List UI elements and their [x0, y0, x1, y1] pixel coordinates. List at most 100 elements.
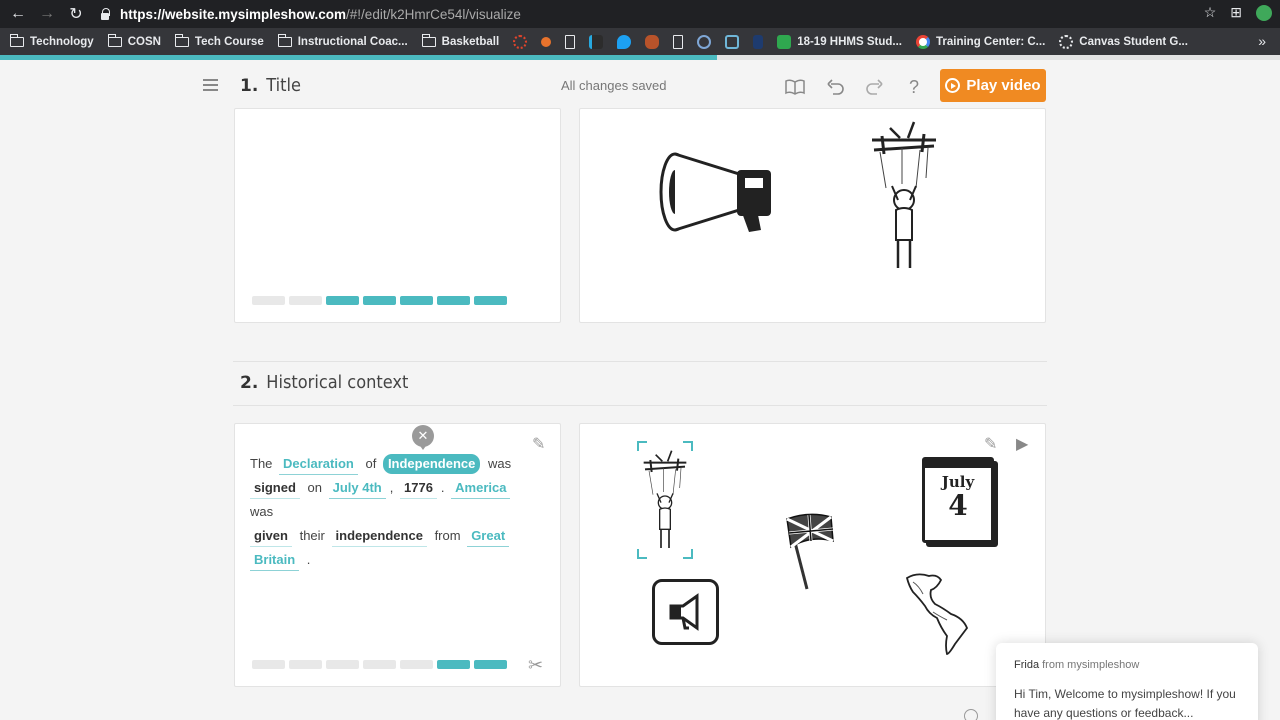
segment [252, 296, 285, 305]
megaphone-icon[interactable] [657, 150, 781, 238]
section-1-heading: 1. Title [240, 75, 301, 96]
browser-toolbar: ← → ↻ https://website.mysimpleshow.com/#… [0, 0, 1280, 28]
section-2-heading: 2. Historical context [240, 372, 409, 393]
keyword-independence[interactable]: Independence [382, 454, 481, 474]
menu-icon[interactable] [203, 79, 218, 91]
section-2-script: The Declaration of Independence was sign… [250, 452, 540, 572]
segment [289, 660, 322, 669]
bookmark-technology[interactable]: Technology [10, 33, 94, 48]
square-app-icon[interactable] [725, 34, 740, 49]
keyword-given[interactable]: given [250, 526, 292, 547]
segment [363, 660, 396, 669]
announcement-icon[interactable] [652, 579, 719, 645]
video-progress-fill [0, 55, 717, 60]
segment [437, 660, 470, 669]
circle-a-icon[interactable] [697, 34, 712, 49]
address-bar[interactable]: https://website.mysimpleshow.com/#!/edit… [100, 4, 521, 24]
keyword-declaration[interactable]: Declaration [279, 454, 358, 475]
segment [326, 660, 359, 669]
pencil-icon[interactable]: ✎ [532, 434, 545, 454]
circle-dots-icon[interactable] [513, 34, 528, 49]
bookmark-hhms-students[interactable]: 18-19 HHMS Stud... [777, 34, 902, 49]
bookmarks-bar: Technology COSN Tech Course Instructiona… [0, 28, 1280, 55]
redo-icon[interactable] [863, 76, 885, 98]
pencil-icon[interactable]: ✎ [984, 434, 997, 454]
segment [400, 660, 433, 669]
chat-launcher-icon[interactable] [964, 709, 978, 720]
bookmark-canvas-student-guide[interactable]: Canvas Student G... [1059, 34, 1188, 49]
folder-icon [421, 33, 436, 47]
chat-popup[interactable]: Frida from mysimpleshow Hi Tim, Welcome … [996, 643, 1258, 720]
british-flag-icon[interactable] [783, 511, 837, 591]
section-2-segment-bar [252, 660, 507, 669]
segment [252, 660, 285, 669]
bookmark-instructional-coach[interactable]: Instructional Coac... [277, 33, 408, 48]
reload-icon[interactable]: ↻ [62, 0, 90, 28]
bookmark-cosn[interactable]: COSN [107, 33, 161, 48]
keyword-america[interactable]: America [451, 478, 511, 499]
document-icon[interactable] [673, 34, 684, 49]
section-1-title[interactable]: Title [266, 75, 301, 96]
section-1-segment-bar [252, 296, 507, 305]
canvas-icon [1059, 34, 1074, 49]
folder-icon [107, 33, 122, 47]
scissors-icon[interactable]: ✂ [528, 655, 543, 676]
bookmark-training-center[interactable]: Training Center: C... [916, 34, 1045, 49]
mascot-icon[interactable] [645, 34, 660, 49]
undo-icon[interactable] [825, 76, 847, 98]
section-divider [233, 405, 1047, 406]
forward-icon[interactable]: → [33, 0, 61, 28]
folder-icon [174, 33, 189, 47]
segment [289, 296, 322, 305]
segment [474, 296, 507, 305]
americas-map-icon[interactable] [903, 570, 973, 656]
keyword-signed[interactable]: signed [250, 478, 300, 499]
spreadsheet-icon [777, 34, 792, 49]
keyword-great[interactable]: Great [467, 526, 510, 547]
puzzle-icon[interactable] [541, 36, 552, 47]
chat-message: Hi Tim, Welcome to mysimpleshow! If you … [1014, 687, 1236, 720]
keyword-july-4th[interactable]: July 4th [328, 478, 386, 499]
section-1-visual-card[interactable] [579, 108, 1046, 323]
puppet-icon[interactable] [868, 118, 940, 274]
book-icon[interactable] [784, 76, 806, 98]
k-logo-icon[interactable] [753, 34, 764, 49]
help-icon[interactable]: ? [903, 76, 925, 98]
bookmark-basketball[interactable]: Basketball [421, 33, 499, 48]
bookmark-tech-course[interactable]: Tech Course [174, 33, 264, 48]
folder-icon [277, 33, 292, 47]
play-icon[interactable]: ▶ [1016, 434, 1028, 454]
segment [363, 296, 396, 305]
keyword-independence-2[interactable]: independence [331, 526, 427, 547]
play-circle-icon [945, 78, 961, 93]
video-progress-bar [0, 55, 1280, 60]
lock-icon [100, 8, 110, 20]
play-video-button[interactable]: Play video [940, 69, 1046, 102]
twitter-icon[interactable] [617, 34, 632, 49]
document-icon[interactable] [565, 34, 576, 49]
calendar-icon[interactable]: July 4 [922, 457, 994, 543]
p-logo-icon[interactable] [589, 34, 604, 49]
section-1-text-card[interactable] [234, 108, 561, 323]
save-status: All changes saved [561, 78, 667, 93]
google-icon [916, 34, 930, 49]
remove-keyword-pin[interactable]: ✕ [412, 425, 434, 450]
segment [437, 296, 470, 305]
bookmarks-overflow-icon[interactable]: » [1258, 33, 1266, 49]
back-icon[interactable]: ← [4, 0, 32, 28]
section-2-title[interactable]: Historical context [266, 372, 408, 393]
puppet-icon[interactable] [641, 446, 689, 554]
url-path: /#!/edit/k2HmrCe54l/visualize [346, 6, 521, 22]
keyword-1776[interactable]: 1776 [400, 478, 437, 499]
segment [326, 296, 359, 305]
profile-avatar[interactable] [1256, 4, 1272, 21]
chat-sender: Frida from mysimpleshow [1014, 659, 1140, 671]
segment [400, 296, 433, 305]
star-icon[interactable]: ☆ [1204, 4, 1217, 21]
url-host: https://website.mysimpleshow.com [120, 6, 347, 22]
segment [474, 660, 507, 669]
folder-icon [10, 33, 24, 47]
extension-icon[interactable]: ⊞ [1230, 4, 1242, 21]
keyword-britain[interactable]: Britain [250, 550, 300, 571]
calendar-day: 4 [948, 489, 968, 522]
